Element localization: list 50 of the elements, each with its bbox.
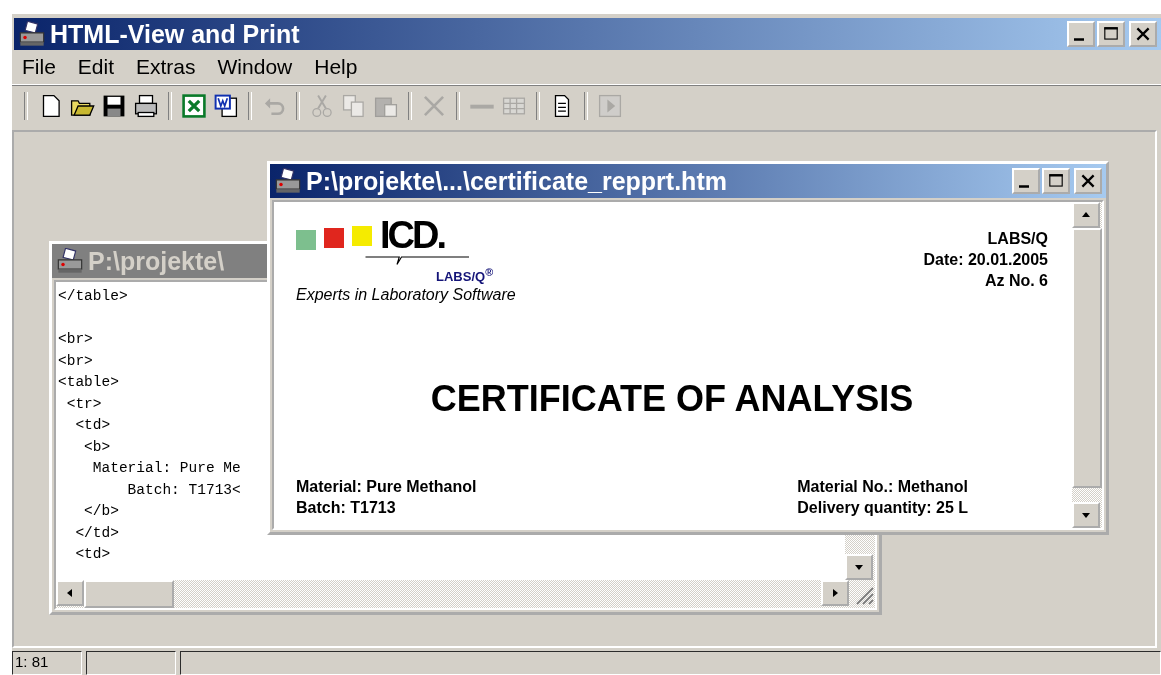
minimize-icon [1019, 184, 1029, 188]
printer-icon[interactable] [133, 93, 159, 119]
maximize-icon [1102, 26, 1120, 42]
printer-app-icon[interactable] [274, 168, 302, 194]
square-icon [352, 226, 372, 246]
maximize-button[interactable] [1097, 21, 1125, 47]
scrollbar-thumb[interactable] [1072, 228, 1102, 488]
scroll-left-button[interactable] [56, 580, 84, 606]
window-title: HTML-View and Print [50, 19, 301, 49]
vertical-scrollbar[interactable] [1072, 202, 1102, 528]
header-line: Az No. 6 [984, 271, 1048, 291]
horizontal-scrollbar[interactable] [56, 580, 875, 608]
document-title: P:\projekte\...\certificate_repprt.htm [306, 166, 728, 196]
logo-text: ICD. [380, 216, 444, 254]
spreadsheet-icon[interactable] [181, 93, 207, 119]
field-text: Batch: T1713 [296, 498, 397, 519]
minimize-button[interactable] [1012, 168, 1040, 194]
menu-item[interactable]: Extras [126, 55, 206, 79]
printer-app-icon[interactable] [18, 21, 46, 47]
scrollbar-thumb[interactable] [84, 580, 174, 608]
field-text: Delivery quantity: 25 L [797, 498, 968, 519]
close-button[interactable] [1129, 21, 1157, 47]
header-line: Date: 20.01.2005 [923, 250, 1048, 270]
close-icon [1079, 173, 1097, 189]
menu-item[interactable]: File [12, 55, 66, 79]
logo-subtext: LABS/Q$^{®}$ [436, 266, 494, 285]
minimize-button[interactable] [1067, 21, 1095, 47]
scroll-up-button[interactable] [1072, 202, 1100, 228]
certificate-heading: CERTIFICATE OF ANALYSIS [429, 378, 915, 421]
document-title: P:\projekte\ [88, 246, 225, 276]
html-source-text: </table> <br> <br> <table> <tr> <td> <b> Material: Pure Me Batch: T1713< </b> </td> <td> [57, 287, 242, 564]
field-text: Material No.: Methanol [797, 477, 968, 498]
maximize-icon [1047, 173, 1065, 189]
tagline: Experts in Laboratory Software [296, 286, 516, 305]
minimize-icon [1074, 37, 1084, 41]
menu-item[interactable]: Edit [67, 55, 125, 79]
square-icon [296, 230, 316, 250]
scroll-down-button[interactable] [1072, 502, 1100, 528]
close-icon [1134, 26, 1152, 42]
scroll-right-button[interactable] [821, 580, 849, 606]
cursor-position: 1: 81 [12, 651, 82, 675]
menu-item[interactable]: Window [207, 55, 303, 79]
maximize-button[interactable] [1042, 168, 1070, 194]
square-icon [324, 228, 344, 248]
field-text: Material: Pure Methanol [296, 477, 477, 498]
close-button[interactable] [1074, 168, 1102, 194]
header-line: LABS/Q [987, 229, 1048, 249]
scroll-down-button[interactable] [845, 554, 873, 580]
menu-item[interactable]: Help [304, 55, 368, 79]
word-document-icon[interactable] [213, 93, 239, 119]
